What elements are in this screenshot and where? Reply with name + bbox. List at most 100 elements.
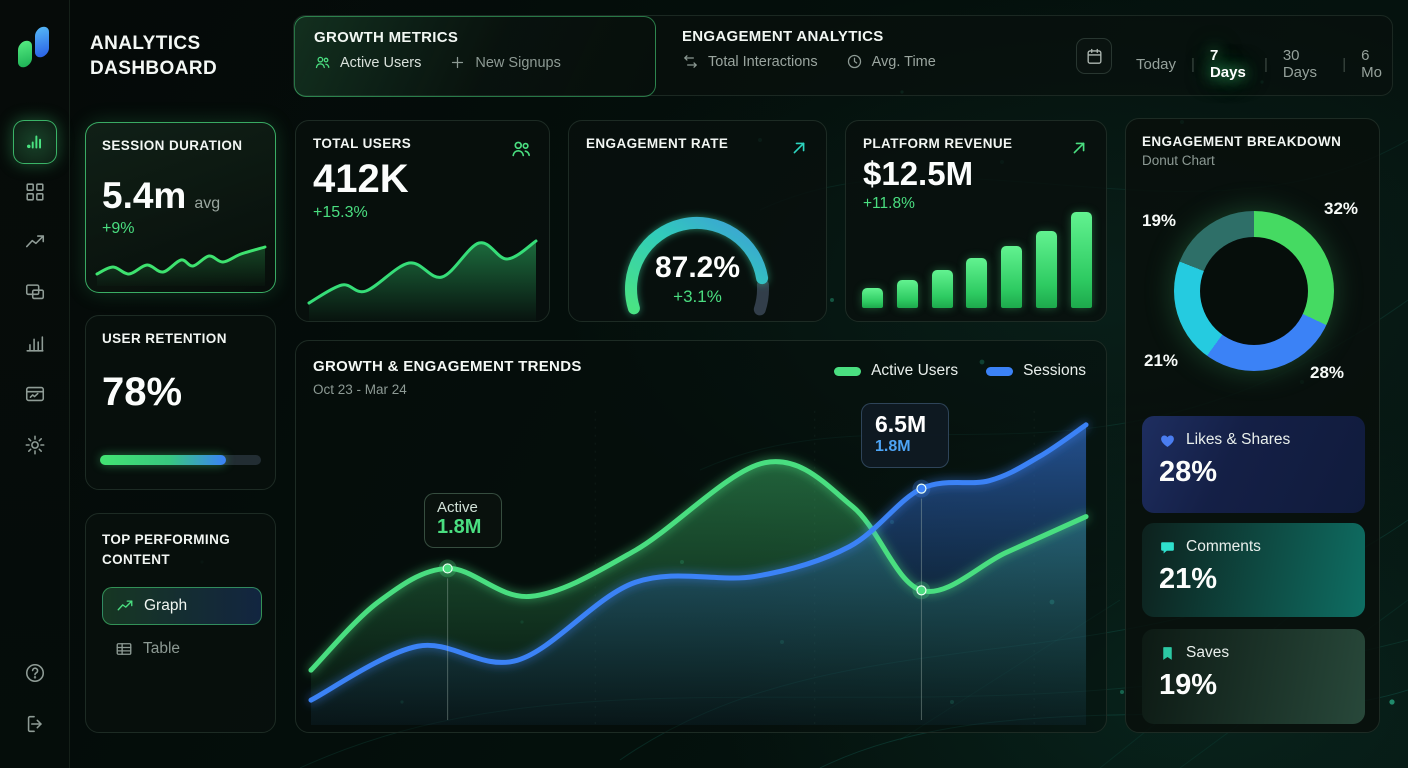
filter-30-days[interactable]: 30 Days — [1279, 45, 1331, 83]
revenue-bar — [966, 258, 987, 308]
saves-label: Saves — [1186, 644, 1229, 662]
engagement-rate-card: ENGAGEMENT RATE 87.2% +3.1% — [568, 120, 827, 322]
engagement-breakdown-card: ENGAGEMENT BREAKDOWN Donut Chart 19% 32%… — [1125, 118, 1380, 733]
calendar-button[interactable] — [1076, 38, 1112, 74]
sidebar-item-trends[interactable] — [24, 231, 46, 253]
likes-shares-tile[interactable]: Likes & Shares 28% — [1142, 416, 1365, 513]
sidebar-item-settings[interactable] — [24, 434, 46, 456]
filter-separator: | — [1264, 56, 1268, 73]
heart-icon — [1159, 432, 1176, 449]
trends-line-chart — [296, 341, 1106, 733]
session-duration-card: SESSION DURATION 5.4m avg +9% — [85, 122, 276, 293]
logout-icon — [24, 713, 46, 735]
header-bar: GROWTH METRICS Active Users New Signups … — [293, 15, 1393, 96]
total-users-title: TOTAL USERS — [313, 136, 532, 151]
bar-chart-icon — [24, 131, 46, 153]
comments-label: Comments — [1186, 538, 1261, 556]
donut-label-28: 28% — [1310, 363, 1344, 383]
saves-tile[interactable]: Saves 19% — [1142, 629, 1365, 724]
session-sparkline-chart — [93, 234, 270, 286]
top-performing-content-card: TOP PERFORMING CONTENT Graph Table — [85, 513, 276, 733]
sidebar-item-analytics-active[interactable] — [13, 120, 57, 164]
breakdown-title: ENGAGEMENT BREAKDOWN — [1142, 134, 1363, 149]
table-option-label: Table — [143, 640, 180, 658]
session-duration-title: SESSION DURATION — [102, 138, 259, 153]
graph-icon — [116, 597, 134, 615]
graph-option-label: Graph — [144, 597, 187, 615]
open-revenue-arrow-icon[interactable] — [1069, 138, 1089, 158]
user-retention-card: USER RETENTION 78% — [85, 315, 276, 490]
retention-progress-fill — [100, 455, 226, 465]
trends-date-range: Oct 23 - Mar 24 — [313, 382, 407, 397]
app-logo — [18, 27, 54, 69]
filter-today[interactable]: Today — [1132, 54, 1180, 75]
likes-shares-value: 28% — [1159, 456, 1348, 489]
filter-separator: | — [1191, 56, 1195, 73]
total-interactions-toggle[interactable]: Total Interactions — [708, 54, 818, 70]
card-chart-icon — [24, 383, 46, 405]
engagement-rate-value: 87.2% — [569, 251, 826, 285]
growth-engagement-trends-card: GROWTH & ENGAGEMENT TRENDS Oct 23 - Mar … — [295, 340, 1107, 733]
page-title: ANALYTICS DASHBOARD — [90, 31, 270, 81]
comments-value: 21% — [1159, 563, 1348, 596]
view-option-table[interactable]: Table — [102, 640, 259, 658]
logo-blue-bar — [35, 25, 49, 59]
total-users-delta: +15.3% — [313, 204, 532, 222]
gear-icon — [24, 434, 46, 456]
donut-label-32: 32% — [1324, 199, 1358, 219]
active-users-toggle[interactable]: Active Users — [340, 55, 421, 71]
trending-up-icon — [24, 231, 46, 253]
sidebar-item-dashboard-grid[interactable] — [24, 181, 46, 203]
revenue-bar — [1071, 212, 1092, 308]
platform-revenue-value: $12.5M — [863, 155, 1089, 193]
retention-progress-track — [100, 455, 261, 465]
chart-callout: Active 1.8M — [424, 493, 502, 548]
total-users-card: TOTAL USERS 412K +15.3% — [295, 120, 550, 322]
legend-item-active-users[interactable]: Active Users — [834, 362, 958, 380]
top-content-title: TOP PERFORMING CONTENT — [102, 530, 242, 569]
tooltip-sessions-value: 6.5M — [875, 411, 935, 438]
sidebar-item-logout[interactable] — [24, 713, 46, 735]
likes-shares-label: Likes & Shares — [1186, 431, 1290, 449]
bookmark-icon — [1159, 645, 1176, 662]
donut-label-21: 21% — [1144, 351, 1178, 371]
sidebar-item-devices[interactable] — [24, 281, 46, 303]
users-sparkline-chart — [304, 233, 543, 321]
session-duration-unit: avg — [194, 195, 220, 213]
sidebar-item-billing[interactable] — [24, 383, 46, 405]
plus-icon — [449, 54, 466, 71]
trends-title: GROWTH & ENGAGEMENT TRENDS — [313, 358, 582, 375]
growth-metrics-panel: GROWTH METRICS Active Users New Signups — [294, 16, 656, 97]
sidebar — [0, 0, 70, 768]
sidebar-item-reports[interactable] — [24, 332, 46, 354]
clock-icon — [846, 53, 863, 70]
column-chart-icon — [24, 332, 46, 354]
legend-item-sessions[interactable]: Sessions — [986, 362, 1086, 380]
screens-icon — [24, 281, 46, 303]
help-icon — [24, 662, 46, 684]
donut-label-19: 19% — [1142, 211, 1176, 231]
table-icon — [115, 640, 133, 658]
avg-time-toggle[interactable]: Avg. Time — [872, 54, 936, 70]
comments-tile[interactable]: Comments 21% — [1142, 523, 1365, 617]
sessions-legend-label: Sessions — [1023, 362, 1086, 380]
filter-7-days[interactable]: 7 Days — [1206, 45, 1253, 83]
user-retention-value: 78% — [102, 370, 259, 415]
chart-tooltip: 6.5M 1.8M — [861, 403, 949, 468]
grid-icon — [24, 181, 46, 203]
new-signups-toggle[interactable]: New Signups — [475, 55, 560, 71]
revenue-bar — [897, 280, 918, 308]
platform-revenue-title: PLATFORM REVENUE — [863, 136, 1089, 151]
platform-revenue-card: PLATFORM REVENUE $12.5M +11.8% — [845, 120, 1107, 322]
time-range-filters: Today | 7 Days | 30 Days | 6 Mo — [1132, 45, 1392, 83]
users-group-icon — [510, 138, 532, 160]
tooltip-active-value: 1.8M — [875, 438, 935, 456]
revenue-bar — [862, 288, 883, 308]
swap-arrows-icon — [682, 53, 699, 70]
sidebar-item-help[interactable] — [24, 662, 46, 684]
filter-6-mo[interactable]: 6 Mo — [1357, 45, 1392, 83]
engagement-analytics-title: ENGAGEMENT ANALYTICS — [682, 28, 936, 45]
view-option-graph[interactable]: Graph — [102, 587, 262, 625]
sessions-legend-swatch — [986, 367, 1013, 376]
filter-separator: | — [1342, 56, 1346, 73]
